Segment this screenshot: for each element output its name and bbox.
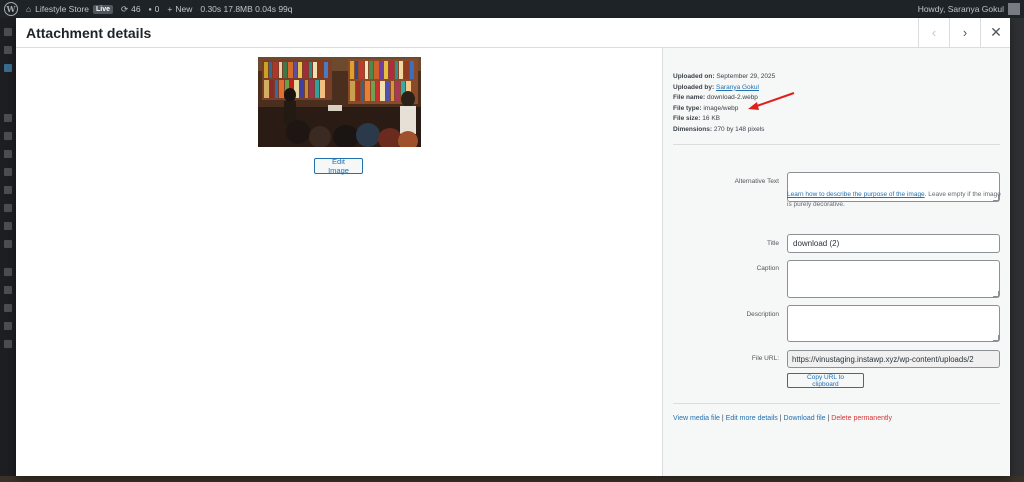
admin-bar-new[interactable]: + New <box>167 4 192 14</box>
title-label: Title <box>766 240 779 247</box>
marketing-icon <box>4 240 12 248</box>
download-file-link[interactable]: Download file <box>784 415 826 422</box>
file-size-row: File size: 16 KB <box>673 114 775 125</box>
query-monitor-stats[interactable]: 0.30s 17.8MB 0.04s 99q <box>200 4 292 14</box>
dimensions-label: Dimensions: <box>673 125 713 133</box>
file-metadata: Uploaded on: September 29, 2025 Uploaded… <box>673 72 775 135</box>
dashboard-icon <box>4 28 12 36</box>
uploaded-on-label: Uploaded on: <box>673 73 715 80</box>
media-icon <box>4 114 12 122</box>
attachment-preview: Edit Image <box>16 48 662 476</box>
alt-text-help-link[interactable]: Learn how to describe the purpose of the… <box>787 191 925 198</box>
file-name-row: File name: download-2.webp <box>673 93 775 104</box>
copy-url-button[interactable]: Copy URL to clipboard <box>787 373 864 388</box>
plugins-icon <box>4 286 12 294</box>
products-icon <box>4 204 12 212</box>
edit-more-details-link[interactable]: Edit more details <box>726 415 778 422</box>
admin-bar: W ⌂ Lifestyle Store Live ⟳ 46 ▪ 0 + New … <box>0 0 1024 18</box>
users-icon <box>4 304 12 312</box>
plugin-icon <box>4 64 12 72</box>
background-strip <box>0 476 1024 482</box>
file-name-label: File name: <box>673 94 706 101</box>
settings-icon <box>4 340 12 348</box>
alt-text-help: Learn how to describe the purpose of the… <box>787 190 1002 210</box>
file-url-label: File URL: <box>751 355 779 362</box>
plus-icon: + <box>167 4 173 14</box>
avatar[interactable] <box>1008 3 1020 15</box>
attachment-image <box>258 57 421 147</box>
dimensions-value: 270 by 148 pixels <box>713 125 765 133</box>
pin-icon <box>4 46 12 54</box>
attachment-actions: View media file | Edit more details | Do… <box>673 415 892 422</box>
divider <box>673 403 1000 404</box>
file-name-value: download-2.webp <box>706 94 758 101</box>
close-icon[interactable]: ✕ <box>980 18 1011 47</box>
file-url-field[interactable] <box>787 350 1000 368</box>
file-size-value: 16 KB <box>702 115 720 122</box>
file-type-value: image/webp <box>703 104 739 112</box>
alt-text-label: Alternative Text <box>734 178 779 185</box>
modal-header: Attachment details ‹ › ✕ <box>16 18 1010 48</box>
divider <box>673 144 1000 145</box>
description-label: Description <box>746 311 779 318</box>
comments-count: 0 <box>154 4 160 14</box>
title-field[interactable] <box>787 234 1000 253</box>
comments-icon <box>4 150 12 158</box>
admin-bar-updates[interactable]: ⟳ 46 <box>121 4 141 15</box>
dimensions-row: Dimensions: 270 by 148 pixels <box>673 125 775 136</box>
updates-icon: ⟳ <box>121 3 129 14</box>
uploaded-by-row: Uploaded by: Saranya Gokul <box>673 83 775 94</box>
file-type-label: File type: <box>673 104 702 112</box>
resize-handle-icon[interactable] <box>993 291 999 297</box>
uploaded-by-label: Uploaded by: <box>673 83 715 91</box>
analytics-icon <box>4 222 12 230</box>
next-attachment-button[interactable]: › <box>949 18 980 47</box>
admin-bar-site[interactable]: ⌂ Lifestyle Store Live <box>26 4 114 14</box>
resize-handle-icon[interactable] <box>993 335 999 341</box>
environment-badge: Live <box>93 4 114 14</box>
description-field[interactable] <box>787 305 1000 342</box>
page-icon <box>4 132 12 140</box>
previous-attachment-button[interactable]: ‹ <box>918 18 949 47</box>
woocommerce-icon <box>4 186 12 194</box>
comment-icon: ▪ <box>148 4 152 14</box>
caption-field[interactable] <box>787 260 1000 298</box>
view-media-file-link[interactable]: View media file <box>673 415 720 422</box>
bookstore-photo <box>258 57 421 147</box>
admin-sidebar <box>0 18 16 482</box>
new-label: New <box>175 4 193 14</box>
edit-image-button[interactable]: Edit Image <box>314 157 363 175</box>
site-name: Lifestyle Store <box>35 4 90 14</box>
attachment-info-panel: Uploaded on: September 29, 2025 Uploaded… <box>662 48 1010 476</box>
updates-count: 46 <box>131 4 141 14</box>
modal-title: Attachment details <box>26 25 152 41</box>
uploaded-on-row: Uploaded on: September 29, 2025 <box>673 72 775 83</box>
delete-permanently-link[interactable]: Delete permanently <box>831 415 892 422</box>
file-size-label: File size: <box>673 115 701 122</box>
home-icon: ⌂ <box>26 4 32 14</box>
wordpress-logo-icon[interactable]: W <box>4 2 18 16</box>
file-type-row: File type: image/webp <box>673 104 775 115</box>
caption-label: Caption <box>756 265 779 272</box>
uploaded-on-value: September 29, 2025 <box>716 73 776 80</box>
account-greeting[interactable]: Howdy, Saranya Gokul <box>918 4 1004 14</box>
tools-icon <box>4 322 12 330</box>
uploader-link[interactable]: Saranya Gokul <box>716 84 759 91</box>
attachment-details-modal: Attachment details ‹ › ✕ Edit Image Uplo… <box>16 18 1010 476</box>
admin-bar-comments[interactable]: ▪ 0 <box>149 4 160 14</box>
mail-icon <box>4 168 12 176</box>
appearance-icon <box>4 268 12 276</box>
